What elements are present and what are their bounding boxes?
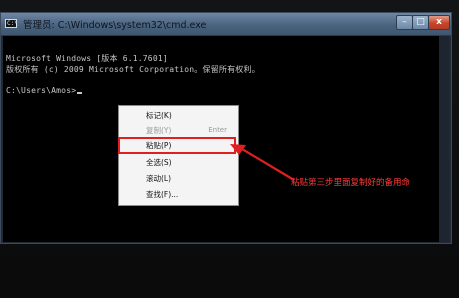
maximize-button[interactable]: □ [412, 15, 429, 30]
menu-item-select-all[interactable]: 全选(S) [122, 156, 235, 169]
prompt-text: C:\Users\Amos> [6, 86, 77, 95]
menu-item-label: 滚动(L) [146, 174, 172, 183]
menu-item-find[interactable]: 查找(F)... [122, 188, 235, 201]
close-button[interactable]: x [428, 15, 450, 30]
console-copyright-line: 版权所有 (c) 2009 Microsoft Corporation。保留所有… [6, 65, 260, 74]
window-title: 管理员: C:\Windows\system32\cmd.exe [23, 20, 207, 31]
annotation-text: 粘贴第三步里面复制好的备用命 [291, 178, 411, 188]
menu-item-label: 标记(K) [146, 111, 172, 120]
console-prompt-line: C:\Users\Amos> [6, 86, 83, 95]
text-cursor [77, 92, 83, 94]
cmd-window-icon: C:\ [5, 19, 18, 28]
menu-item-label: 全选(S) [146, 158, 172, 167]
minimize-button[interactable]: – [396, 15, 413, 30]
vertical-scrollbar[interactable] [439, 36, 449, 242]
bottom-strip [0, 268, 459, 298]
menu-item-label: 查找(F)... [146, 190, 179, 199]
menu-item-scroll[interactable]: 滚动(L) [122, 172, 235, 185]
menu-item-shortcut: Enter [208, 126, 227, 134]
title-bar[interactable]: C:\ 管理员: C:\Windows\system32\cmd.exe – □… [1, 13, 451, 36]
annotation-arrow-icon [230, 144, 295, 181]
menu-item-label: 复制(Y) [146, 126, 172, 135]
paste-highlight-box [118, 137, 236, 154]
screenshot-frame: C:\ 管理员: C:\Windows\system32\cmd.exe – □… [0, 0, 459, 298]
menu-item-copy[interactable]: 复制(Y) Enter [122, 124, 235, 137]
console-version-line: Microsoft Windows [版本 6.1.7601] [6, 54, 168, 63]
menu-item-mark[interactable]: 标记(K) [122, 109, 235, 122]
context-menu: 标记(K) 复制(Y) Enter 粘贴(P) 全选(S) 滚动(L) 查找(F)… [118, 105, 239, 206]
